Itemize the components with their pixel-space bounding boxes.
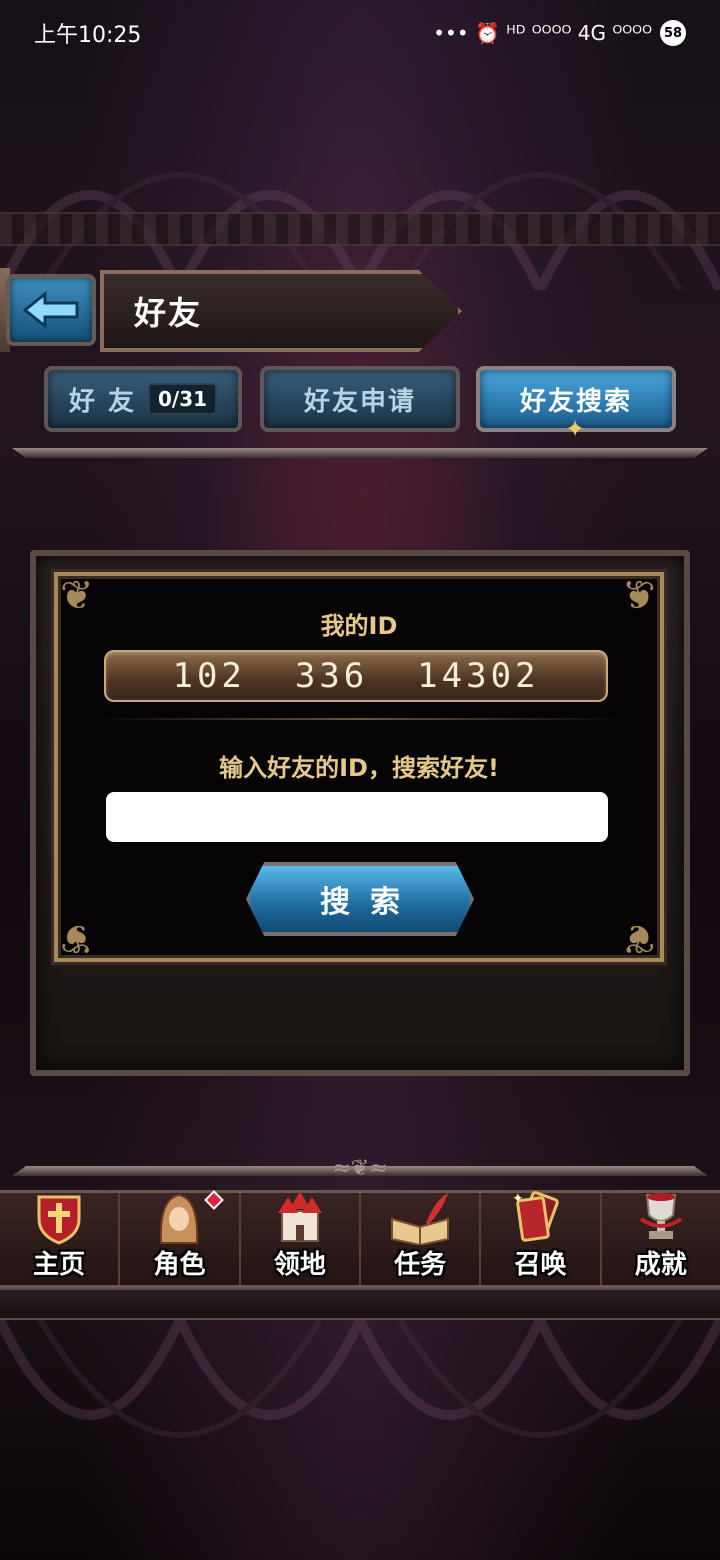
search-button[interactable]: 搜索 xyxy=(246,862,474,936)
search-button-label: 搜索 xyxy=(320,885,420,920)
signal-indicators: ••• ⏰ ᴴᴰ ᴼᴼᴼᴼ 4G ᴼᴼᴼᴼ xyxy=(433,21,652,45)
back-arrow-icon xyxy=(22,290,79,330)
nav-summon-label: 召唤 xyxy=(514,1250,567,1280)
nav-item-home[interactable]: 主页 xyxy=(0,1193,121,1285)
tab-friend-requests-label: 好友申请 xyxy=(303,386,416,417)
tab-friend-search-label: 好友搜索 xyxy=(519,386,632,417)
trophy-icon xyxy=(639,1193,682,1239)
nav-ornament-icon: ≈❦≈ xyxy=(332,1156,388,1181)
quill-book-icon xyxy=(391,1193,450,1245)
bottom-arches-decoration xyxy=(0,1320,720,1438)
shield-cross-icon xyxy=(37,1195,81,1245)
nav-item-quests[interactable]: 任务 xyxy=(361,1193,482,1285)
corner-scroll-icon: ❦ xyxy=(622,915,656,961)
header-ornament-band xyxy=(0,212,720,246)
nav-item-summon[interactable]: ✦ 召唤 xyxy=(481,1191,602,1285)
bottom-nav: 主页 角色 领地 任务 ✦ 召唤 成就 xyxy=(0,1190,720,1288)
nav-achievements-label: 成就 xyxy=(634,1250,687,1280)
active-tab-star-icon: ✦ xyxy=(564,415,586,443)
nav-quests-label: 任务 xyxy=(394,1250,447,1280)
friend-id-input[interactable] xyxy=(106,792,608,842)
summon-card-icon: ✦ xyxy=(512,1191,560,1242)
hooded-character-icon xyxy=(160,1193,199,1244)
nav-character-label: 角色 xyxy=(153,1250,206,1280)
tab-friends[interactable]: 好 友 0/31 xyxy=(44,366,242,432)
tab-friends-label: 好 友 xyxy=(68,386,136,417)
tab-rail-divider xyxy=(12,448,708,458)
nav-home-label: 主页 xyxy=(33,1250,86,1280)
my-id-label: 我的ID xyxy=(320,612,398,640)
page-title: 好友 xyxy=(134,294,203,332)
my-id-plate: 102 336 14302 xyxy=(104,650,608,702)
status-bar: 上午10:25 ••• ⏰ ᴴᴰ ᴼᴼᴼᴼ 4G ᴼᴼᴼᴼ 58 xyxy=(0,0,720,66)
panel-divider xyxy=(92,718,626,720)
tab-friend-requests[interactable]: 好友申请 xyxy=(260,366,460,432)
page-title-plate: 好友 xyxy=(100,270,462,352)
svg-text:✦: ✦ xyxy=(512,1191,524,1207)
top-arches-decoration xyxy=(0,172,720,290)
status-time: 上午10:25 xyxy=(34,23,142,48)
my-id-value: 102 336 14302 xyxy=(172,656,540,696)
corner-scroll-icon: ❦ xyxy=(60,915,94,961)
search-prompt: 输入好友的ID，搜索好友! xyxy=(219,754,499,782)
castle-icon xyxy=(277,1191,322,1242)
nav-bottom-rail xyxy=(0,1288,720,1320)
nav-item-territory[interactable]: 领地 xyxy=(241,1191,361,1285)
nav-item-achievements[interactable]: 成就 xyxy=(602,1193,720,1285)
friend-count-badge: 0/31 xyxy=(148,383,218,415)
nav-territory-label: 领地 xyxy=(273,1250,326,1280)
nav-item-character[interactable]: 角色 xyxy=(120,1190,241,1285)
back-button[interactable] xyxy=(6,274,96,346)
status-indicators: ••• ⏰ ᴴᴰ ᴼᴼᴼᴼ 4G ᴼᴼᴼᴼ 58 xyxy=(433,20,686,46)
battery-icon: 58 xyxy=(660,20,686,46)
